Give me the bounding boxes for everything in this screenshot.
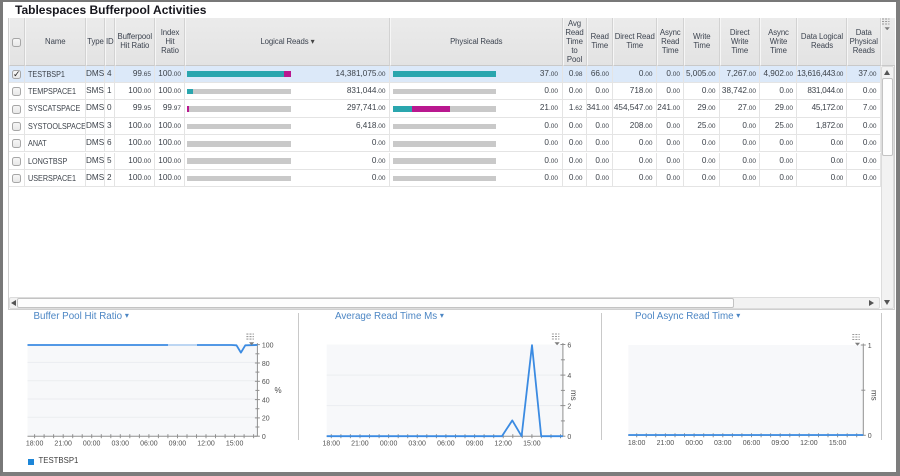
svg-text:0: 0: [567, 434, 571, 441]
svg-text:1: 1: [868, 343, 872, 350]
svg-text:12:00: 12:00: [800, 440, 818, 447]
svg-text:0: 0: [262, 434, 266, 441]
svg-text:18:00: 18:00: [628, 440, 646, 447]
svg-text:ms: ms: [569, 390, 578, 401]
svg-text:15:00: 15:00: [226, 441, 244, 448]
svg-text:60: 60: [262, 379, 270, 386]
svg-text:12:00: 12:00: [197, 441, 215, 448]
svg-text:ms: ms: [870, 390, 879, 401]
svg-text:09:00: 09:00: [466, 441, 484, 448]
svg-text:15:00: 15:00: [829, 440, 847, 447]
svg-text:80: 80: [262, 361, 270, 368]
svg-text:03:00: 03:00: [408, 441, 426, 448]
svg-text:00:00: 00:00: [83, 441, 101, 448]
svg-text:2: 2: [567, 403, 571, 410]
svg-text:21:00: 21:00: [351, 441, 369, 448]
svg-text:%: %: [275, 386, 282, 395]
svg-text:03:00: 03:00: [714, 440, 732, 447]
svg-text:09:00: 09:00: [771, 440, 789, 447]
svg-text:0: 0: [868, 433, 872, 440]
svg-text:20: 20: [262, 416, 270, 423]
svg-text:18:00: 18:00: [26, 441, 44, 448]
svg-text:00:00: 00:00: [685, 440, 703, 447]
svg-text:40: 40: [262, 397, 270, 404]
svg-text:6: 6: [567, 342, 571, 349]
svg-text:4: 4: [567, 373, 571, 380]
svg-text:06:00: 06:00: [743, 440, 761, 447]
svg-text:09:00: 09:00: [169, 441, 187, 448]
svg-text:18:00: 18:00: [323, 441, 341, 448]
svg-text:15:00: 15:00: [523, 441, 541, 448]
svg-text:21:00: 21:00: [657, 440, 675, 447]
svg-text:21:00: 21:00: [54, 441, 72, 448]
svg-text:00:00: 00:00: [380, 441, 398, 448]
svg-text:12:00: 12:00: [494, 441, 512, 448]
svg-text:03:00: 03:00: [112, 441, 130, 448]
svg-text:100: 100: [262, 342, 274, 349]
svg-text:06:00: 06:00: [437, 441, 455, 448]
svg-text:06:00: 06:00: [140, 441, 158, 448]
